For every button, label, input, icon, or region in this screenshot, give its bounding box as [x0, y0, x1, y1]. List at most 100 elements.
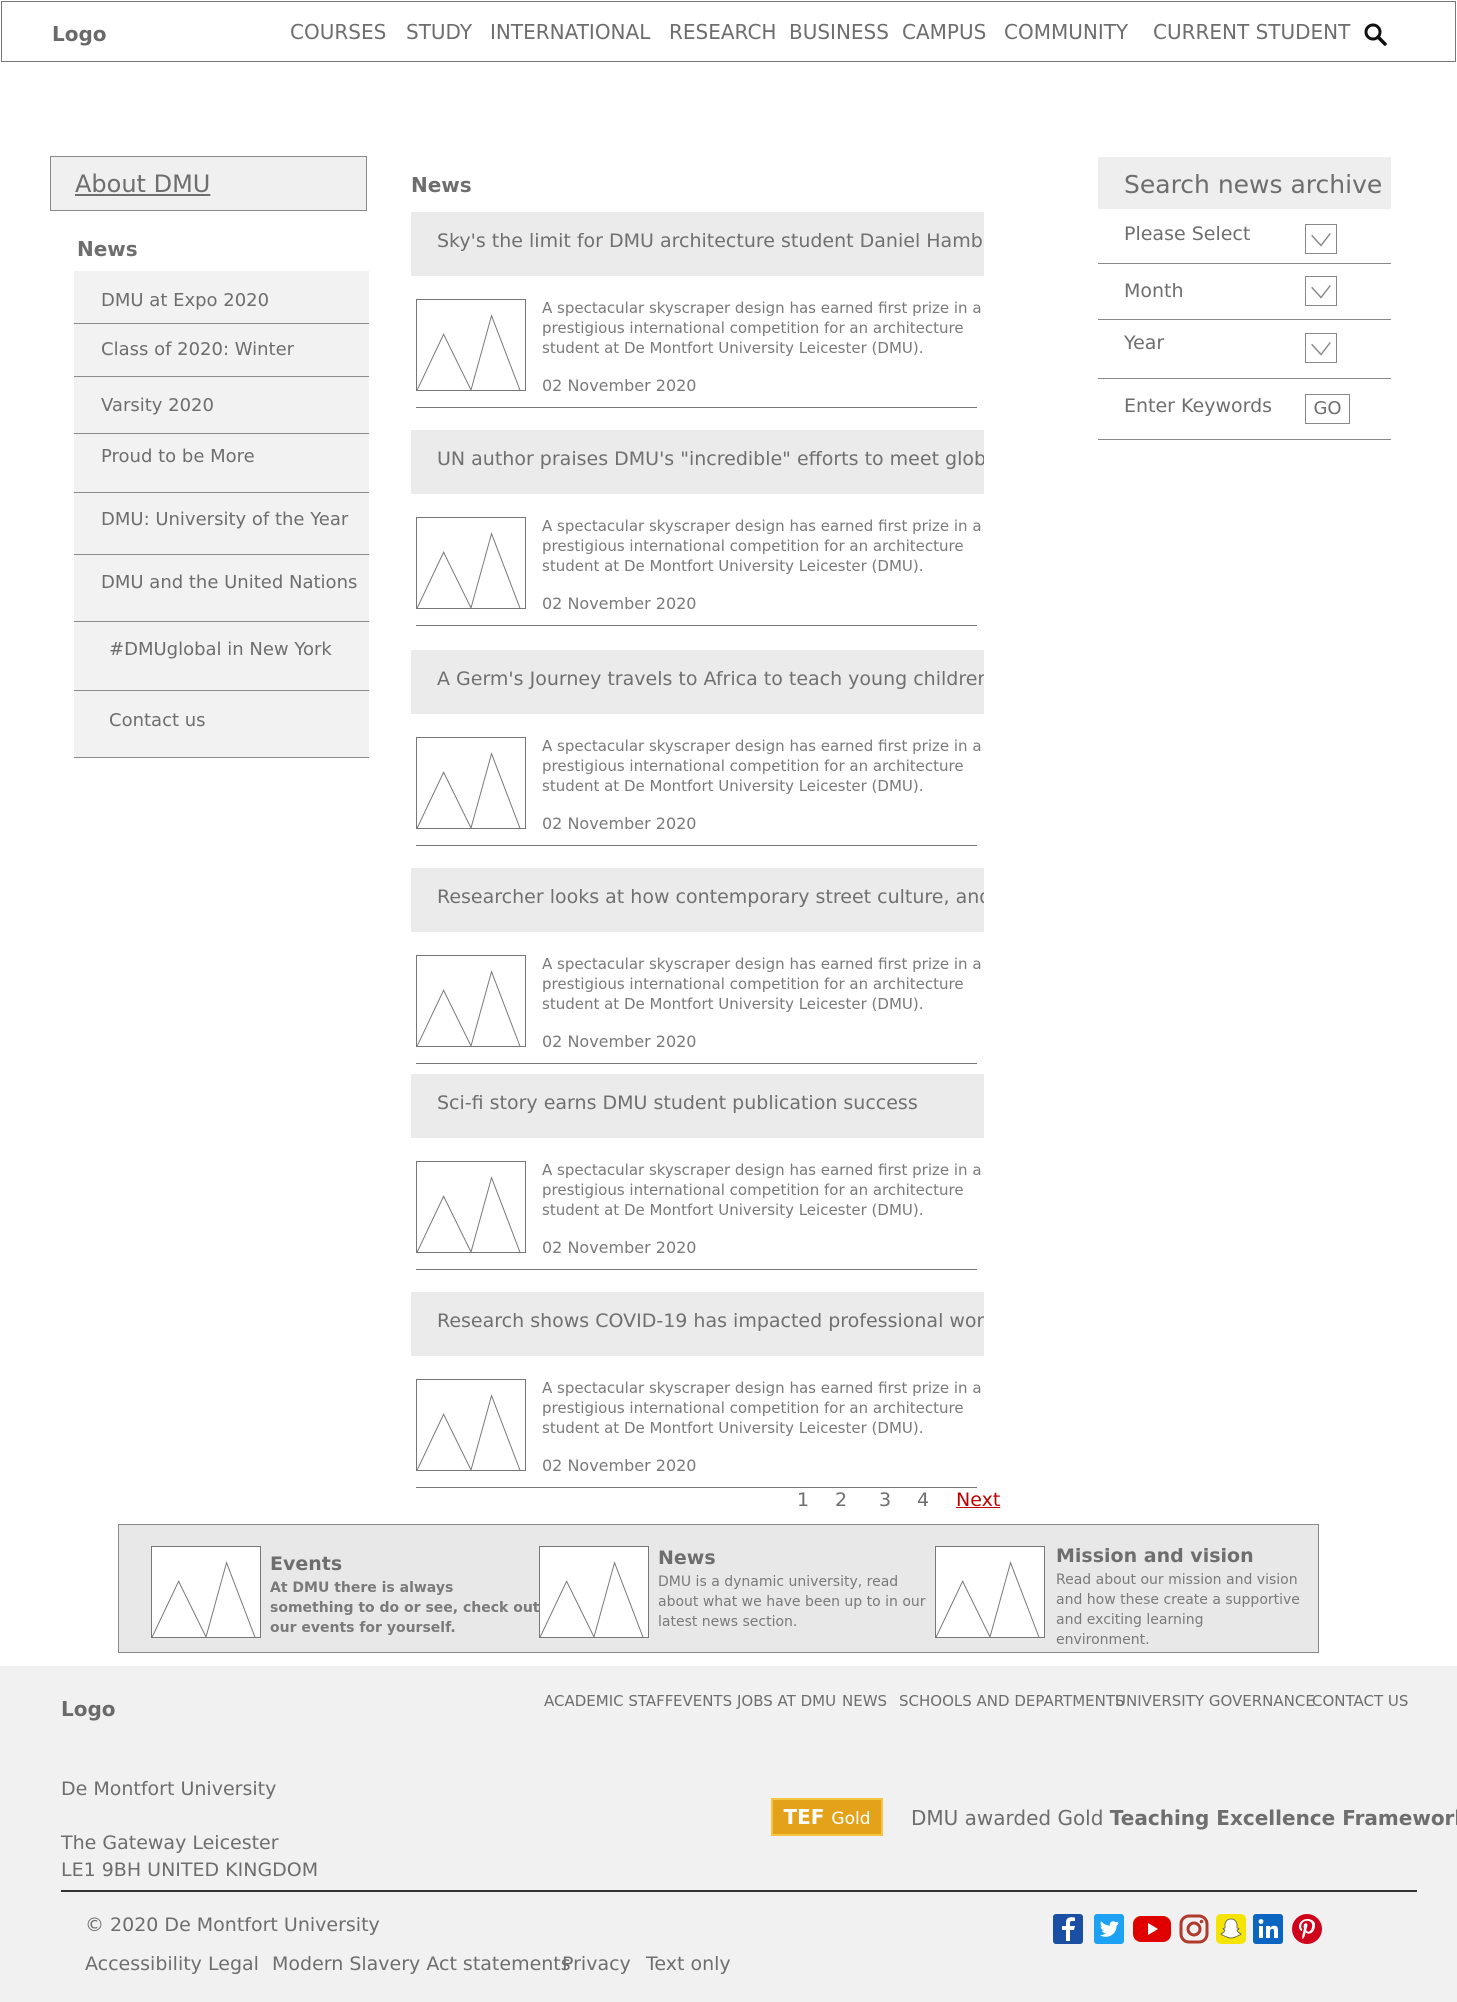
pinterest-icon[interactable]	[1292, 1914, 1322, 1944]
sidebar-item-label: DMU: University of the Year	[101, 509, 349, 530]
image-placeholder-icon[interactable]	[416, 1379, 526, 1471]
footer-link-governance[interactable]: UNIVERSITY GOVERNANCE	[1115, 1692, 1315, 1710]
sidebar-item-united-nations[interactable]: DMU and the United Nations	[74, 556, 369, 622]
sidebar-heading: News	[77, 237, 138, 261]
nav-research[interactable]: RESEARCH	[669, 20, 776, 44]
legal-link-legal[interactable]: Legal	[208, 1953, 259, 1975]
chevron-down-icon[interactable]	[1305, 333, 1337, 363]
image-placeholder-icon[interactable]	[416, 299, 526, 391]
news-date: 02 November 2020	[542, 1456, 697, 1475]
go-button[interactable]: GO	[1305, 394, 1350, 424]
sidebar-item-contact-us[interactable]: Contact us	[74, 692, 369, 758]
sidebar-item-label: Proud to be More	[101, 446, 255, 467]
news-title: Researcher looks at how contemporary str…	[437, 886, 984, 908]
news-title-bar[interactable]: A Germ's Journey travels to Africa to te…	[411, 650, 984, 714]
legal-link-modern-slavery[interactable]: Modern Slavery Act statements	[272, 1953, 571, 1975]
mission-text: Read about our mission and vision and ho…	[1056, 1572, 1300, 1648]
divider	[416, 1269, 977, 1270]
month-row: Month	[1098, 264, 1391, 320]
legal-link-accessibility[interactable]: Accessibility	[85, 1953, 202, 1975]
linkedin-icon[interactable]	[1253, 1914, 1283, 1944]
nav-business[interactable]: BUSINESS	[789, 20, 889, 44]
sidebar-item-dmuglobal-new-york[interactable]: #DMUglobal in New York	[74, 623, 369, 691]
nav-campus[interactable]: CAMPUS	[902, 20, 986, 44]
news-title: A Germ's Journey travels to Africa to te…	[437, 668, 984, 690]
news-title-bar[interactable]: Research shows COVID-19 has impacted pro…	[411, 1292, 984, 1356]
legal-link-text-only[interactable]: Text only	[646, 1953, 731, 1975]
divider	[416, 625, 977, 626]
chevron-down-icon[interactable]	[1305, 224, 1337, 254]
mission-image-icon[interactable]	[935, 1546, 1045, 1638]
site-logo[interactable]: Logo	[52, 22, 107, 46]
search-archive-header: Search news archive	[1098, 157, 1391, 209]
news-title: UN author praises DMU's "incredible" eff…	[437, 448, 984, 470]
sidebar-item-proud-to-be-more[interactable]: Proud to be More	[74, 435, 369, 493]
footer-link-schools[interactable]: SCHOOLS AND DEPARTMENTS	[899, 1692, 1125, 1710]
sidebar-item-label: #DMUglobal in New York	[109, 639, 332, 660]
sidebar-item-label: Contact us	[109, 710, 206, 731]
footer-link-events[interactable]: EVENTS	[673, 1692, 732, 1710]
news-summary: A spectacular skyscraper design has earn…	[542, 1161, 982, 1219]
page-4-link[interactable]: 4	[917, 1489, 929, 1511]
footer-link-contact[interactable]: CONTACT US	[1312, 1692, 1408, 1710]
mission-title[interactable]: Mission and vision	[1056, 1545, 1254, 1567]
footer-address-line2: LE1 9BH UNITED KINGDOM	[61, 1859, 319, 1881]
nav-international[interactable]: INTERNATIONAL	[490, 20, 650, 44]
news-title-bar[interactable]: Sky's the limit for DMU architecture stu…	[411, 212, 984, 276]
nav-study[interactable]: STUDY	[406, 20, 472, 44]
sidebar-item-label: DMU at Expo 2020	[101, 290, 270, 311]
image-placeholder-icon[interactable]	[416, 955, 526, 1047]
chevron-down-icon[interactable]	[1305, 276, 1337, 306]
page-1-link[interactable]: 1	[797, 1489, 809, 1511]
year-row: Year	[1098, 320, 1391, 379]
events-text: At DMU there is always something to do o…	[270, 1580, 540, 1636]
news-title-bar[interactable]: Sci-fi story earns DMU student publicati…	[411, 1074, 984, 1138]
events-title[interactable]: Events	[270, 1553, 342, 1575]
sidebar-item-varsity-2020[interactable]: Varsity 2020	[74, 378, 369, 434]
news-summary: A spectacular skyscraper design has earn…	[542, 517, 982, 575]
search-archive-title: Search news archive	[1124, 170, 1383, 199]
nav-courses[interactable]: COURSES	[290, 20, 386, 44]
divider	[416, 1487, 977, 1488]
divider	[416, 845, 977, 846]
sidebar-item-university-of-the-year[interactable]: DMU: University of the Year	[74, 494, 369, 555]
nav-community[interactable]: COMMUNITY	[1004, 20, 1128, 44]
sidebar-item-expo-2020[interactable]: DMU at Expo 2020	[74, 271, 369, 324]
divider	[416, 1063, 977, 1064]
news-title-bar[interactable]: Researcher looks at how contemporary str…	[411, 868, 984, 932]
promo-band: Events At DMU there is always something …	[118, 1524, 1319, 1653]
keywords-label[interactable]: Enter Keywords	[1124, 395, 1272, 417]
page-3-link[interactable]: 3	[879, 1489, 891, 1511]
footer-university-name: De Montfort University	[61, 1778, 277, 1800]
facebook-icon[interactable]	[1053, 1914, 1083, 1944]
tef-award-text: DMU awarded Gold Teaching Excellence Fra…	[911, 1806, 1457, 1830]
search-icon[interactable]	[1363, 22, 1387, 46]
instagram-icon[interactable]	[1179, 1914, 1209, 1944]
twitter-icon[interactable]	[1094, 1914, 1124, 1944]
nav-current-student[interactable]: CURRENT STUDENT	[1153, 20, 1350, 44]
next-page-link[interactable]: Next	[956, 1489, 1000, 1511]
youtube-icon[interactable]	[1133, 1914, 1171, 1944]
image-placeholder-icon[interactable]	[416, 517, 526, 609]
tef-gold-badge: TEF Gold	[771, 1798, 883, 1836]
footer-link-academic-staff[interactable]: ACADEMIC STAFF	[544, 1692, 673, 1710]
news-title: Sci-fi story earns DMU student publicati…	[437, 1092, 918, 1114]
footer-logo[interactable]: Logo	[61, 1697, 116, 1721]
copyright-text: © 2020 De Montfort University	[85, 1914, 380, 1936]
image-placeholder-icon[interactable]	[416, 737, 526, 829]
footer-link-jobs[interactable]: JOBS AT DMU	[737, 1692, 836, 1710]
news-item: A spectacular skyscraper design has earn…	[411, 1379, 984, 1489]
events-image-icon[interactable]	[151, 1546, 261, 1638]
image-placeholder-icon[interactable]	[416, 1161, 526, 1253]
news-item: A spectacular skyscraper design has earn…	[411, 737, 984, 847]
page-2-link[interactable]: 2	[835, 1489, 847, 1511]
news-image-icon[interactable]	[539, 1546, 649, 1638]
news-promo-title[interactable]: News	[658, 1547, 716, 1569]
news-title-bar[interactable]: UN author praises DMU's "incredible" eff…	[411, 430, 984, 494]
footer-link-news[interactable]: NEWS	[842, 1692, 887, 1710]
sidebar-menu: DMU at Expo 2020 Class of 2020: Winter V…	[74, 271, 369, 758]
sidebar-item-class-of-2020[interactable]: Class of 2020: Winter	[74, 325, 369, 377]
snapchat-icon[interactable]	[1216, 1914, 1246, 1944]
legal-link-privacy[interactable]: Privacy	[562, 1953, 631, 1975]
about-dmu-link[interactable]: About DMU	[75, 170, 210, 198]
